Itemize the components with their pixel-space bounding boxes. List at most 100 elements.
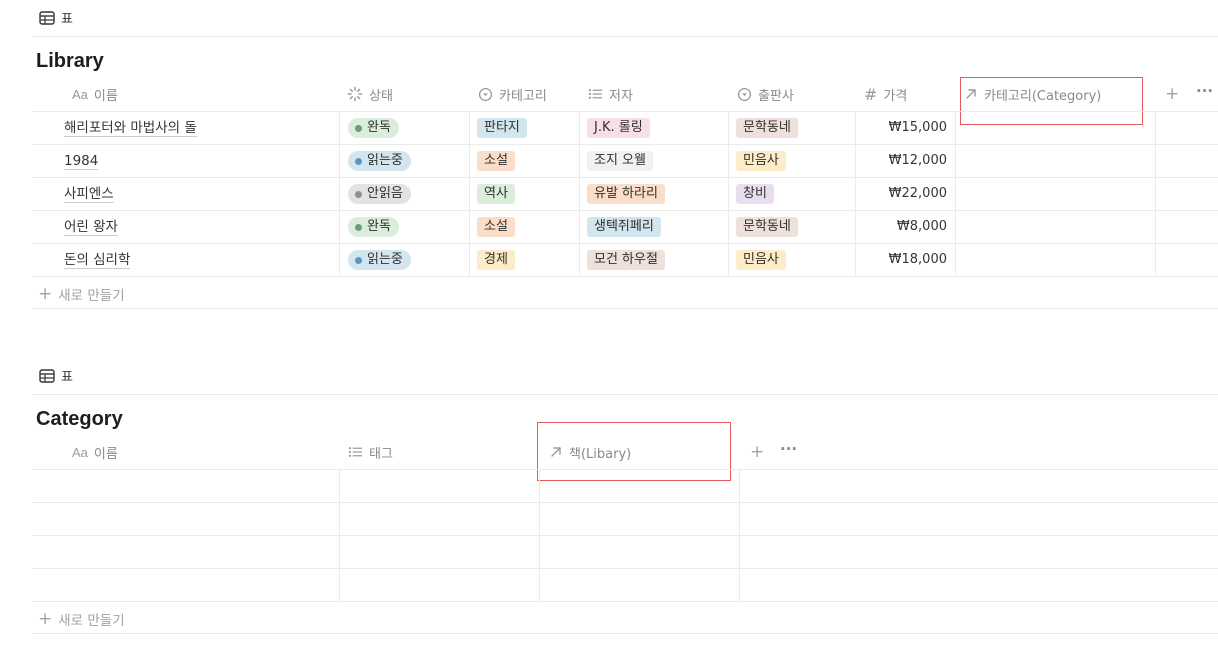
category-tag[interactable]: 경제 (477, 250, 515, 270)
text-property-icon: Aa (72, 444, 88, 460)
column-header-category[interactable]: 카테고리 (478, 78, 547, 110)
column-header-price[interactable]: # 가격 (864, 78, 907, 110)
column-header-label: 이름 (93, 446, 118, 462)
divider (32, 144, 1218, 145)
multi-select-icon (588, 89, 603, 99)
price-cell[interactable]: ₩15,000 (857, 120, 947, 135)
number-icon: # (864, 84, 878, 104)
column-header-author[interactable]: 저자 (588, 78, 633, 110)
publisher-tag[interactable]: 창비 (736, 184, 774, 204)
view-tab-table[interactable]: 표 (39, 8, 73, 27)
price-cell[interactable]: ₩18,000 (857, 252, 947, 267)
column-header-label: 카테고리 (499, 88, 547, 104)
column-divider (728, 111, 729, 276)
divider (32, 111, 1218, 112)
divider (32, 601, 1218, 602)
column-divider (469, 111, 470, 276)
publisher-tag[interactable]: 민음사 (736, 250, 786, 270)
status-dot (355, 223, 362, 231)
divider (32, 210, 1218, 211)
plus-icon: + (38, 608, 53, 629)
table-row-name[interactable]: 1984 (64, 152, 99, 170)
category-tag[interactable]: 판타지 (477, 118, 527, 138)
table-row-name[interactable]: 사피엔스 (64, 185, 114, 203)
select-icon (478, 87, 493, 101)
column-header-name[interactable]: Aa 이름 (72, 78, 118, 110)
status-label: 완독 (367, 120, 391, 135)
database-title[interactable]: Library (36, 50, 104, 73)
author-tag[interactable]: J.K. 롤링 (587, 118, 650, 138)
status-pill[interactable]: 읽는중 (348, 151, 411, 171)
status-pill[interactable]: 완독 (348, 217, 399, 237)
column-header-label: 출판사 (758, 88, 794, 104)
table-icon (39, 10, 55, 25)
new-row-button[interactable]: + 새로 만들기 (38, 284, 125, 304)
add-property-button[interactable]: + (750, 444, 764, 461)
page-title-link[interactable]: 1984 (64, 153, 99, 170)
plus-icon: + (38, 283, 53, 304)
status-dot (355, 256, 362, 264)
status-icon (347, 86, 363, 102)
divider (32, 177, 1218, 178)
status-pill[interactable]: 안읽음 (348, 184, 411, 204)
plus-icon: + (1165, 84, 1180, 104)
more-options-button[interactable]: ··· (780, 442, 797, 457)
status-label: 완독 (367, 219, 391, 234)
divider (32, 394, 1218, 395)
column-header-label: 태그 (369, 446, 393, 462)
new-row-button[interactable]: + 새로 만들기 (38, 609, 125, 629)
author-tag[interactable]: 생텍쥐페리 (587, 217, 661, 237)
column-header-status[interactable]: 상태 (347, 78, 393, 110)
page-title-link[interactable]: 사피엔스 (64, 186, 114, 203)
price-cell[interactable]: ₩12,000 (857, 153, 947, 168)
column-divider (339, 111, 340, 276)
new-row-label: 새로 만들기 (58, 288, 125, 304)
page-title-link[interactable]: 해리포터와 마법사의 돌 (64, 120, 197, 137)
category-tag[interactable]: 소설 (477, 151, 515, 171)
plus-icon: + (750, 442, 765, 462)
column-divider (579, 111, 580, 276)
table-row-name[interactable]: 해리포터와 마법사의 돌 (64, 119, 197, 137)
column-header-publisher[interactable]: 출판사 (737, 78, 794, 110)
author-tag[interactable]: 유발 하라리 (587, 184, 665, 204)
divider (32, 36, 1218, 37)
table-row[interactable] (32, 536, 1218, 568)
view-tab-table[interactable]: 표 (39, 366, 73, 385)
divider (32, 276, 1218, 277)
new-row-label: 새로 만들기 (58, 613, 125, 629)
price-cell[interactable]: ₩8,000 (857, 219, 947, 234)
publisher-tag[interactable]: 문학동네 (736, 118, 798, 138)
select-icon (737, 87, 752, 101)
status-pill[interactable]: 읽는중 (348, 250, 411, 270)
add-property-button[interactable]: + (1165, 86, 1179, 103)
table-row[interactable] (32, 569, 1218, 601)
category-tag[interactable]: 소설 (477, 217, 515, 237)
table-row-name[interactable]: 어린 왕자 (64, 218, 118, 236)
column-header-tags[interactable]: 태그 (348, 436, 393, 468)
more-icon: ··· (780, 440, 798, 458)
author-tag[interactable]: 조지 오웰 (587, 151, 653, 171)
column-header-name[interactable]: Aa 이름 (72, 436, 118, 468)
status-label: 읽는중 (367, 252, 403, 267)
publisher-tag[interactable]: 문학동네 (736, 217, 798, 237)
status-pill[interactable]: 완독 (348, 118, 399, 138)
table-row[interactable] (32, 470, 1218, 502)
column-divider (855, 111, 856, 276)
more-options-button[interactable]: ··· (1196, 84, 1213, 99)
status-dot (355, 190, 362, 198)
author-tag[interactable]: 모건 하우절 (587, 250, 665, 270)
column-divider (1155, 111, 1156, 276)
divider (32, 308, 1218, 309)
status-dot (355, 157, 362, 165)
price-cell[interactable]: ₩22,000 (857, 186, 947, 201)
status-label: 읽는중 (367, 153, 403, 168)
table-row-name[interactable]: 돈의 심리학 (64, 251, 131, 269)
category-tag[interactable]: 역사 (477, 184, 515, 204)
page-title-link[interactable]: 어린 왕자 (64, 219, 118, 236)
publisher-tag[interactable]: 민음사 (736, 151, 786, 171)
page-title-link[interactable]: 돈의 심리학 (64, 252, 131, 269)
database-title[interactable]: Category (36, 408, 123, 431)
table-row[interactable] (32, 503, 1218, 535)
column-header-label: 상태 (369, 88, 393, 104)
column-header-label: 이름 (93, 88, 118, 104)
